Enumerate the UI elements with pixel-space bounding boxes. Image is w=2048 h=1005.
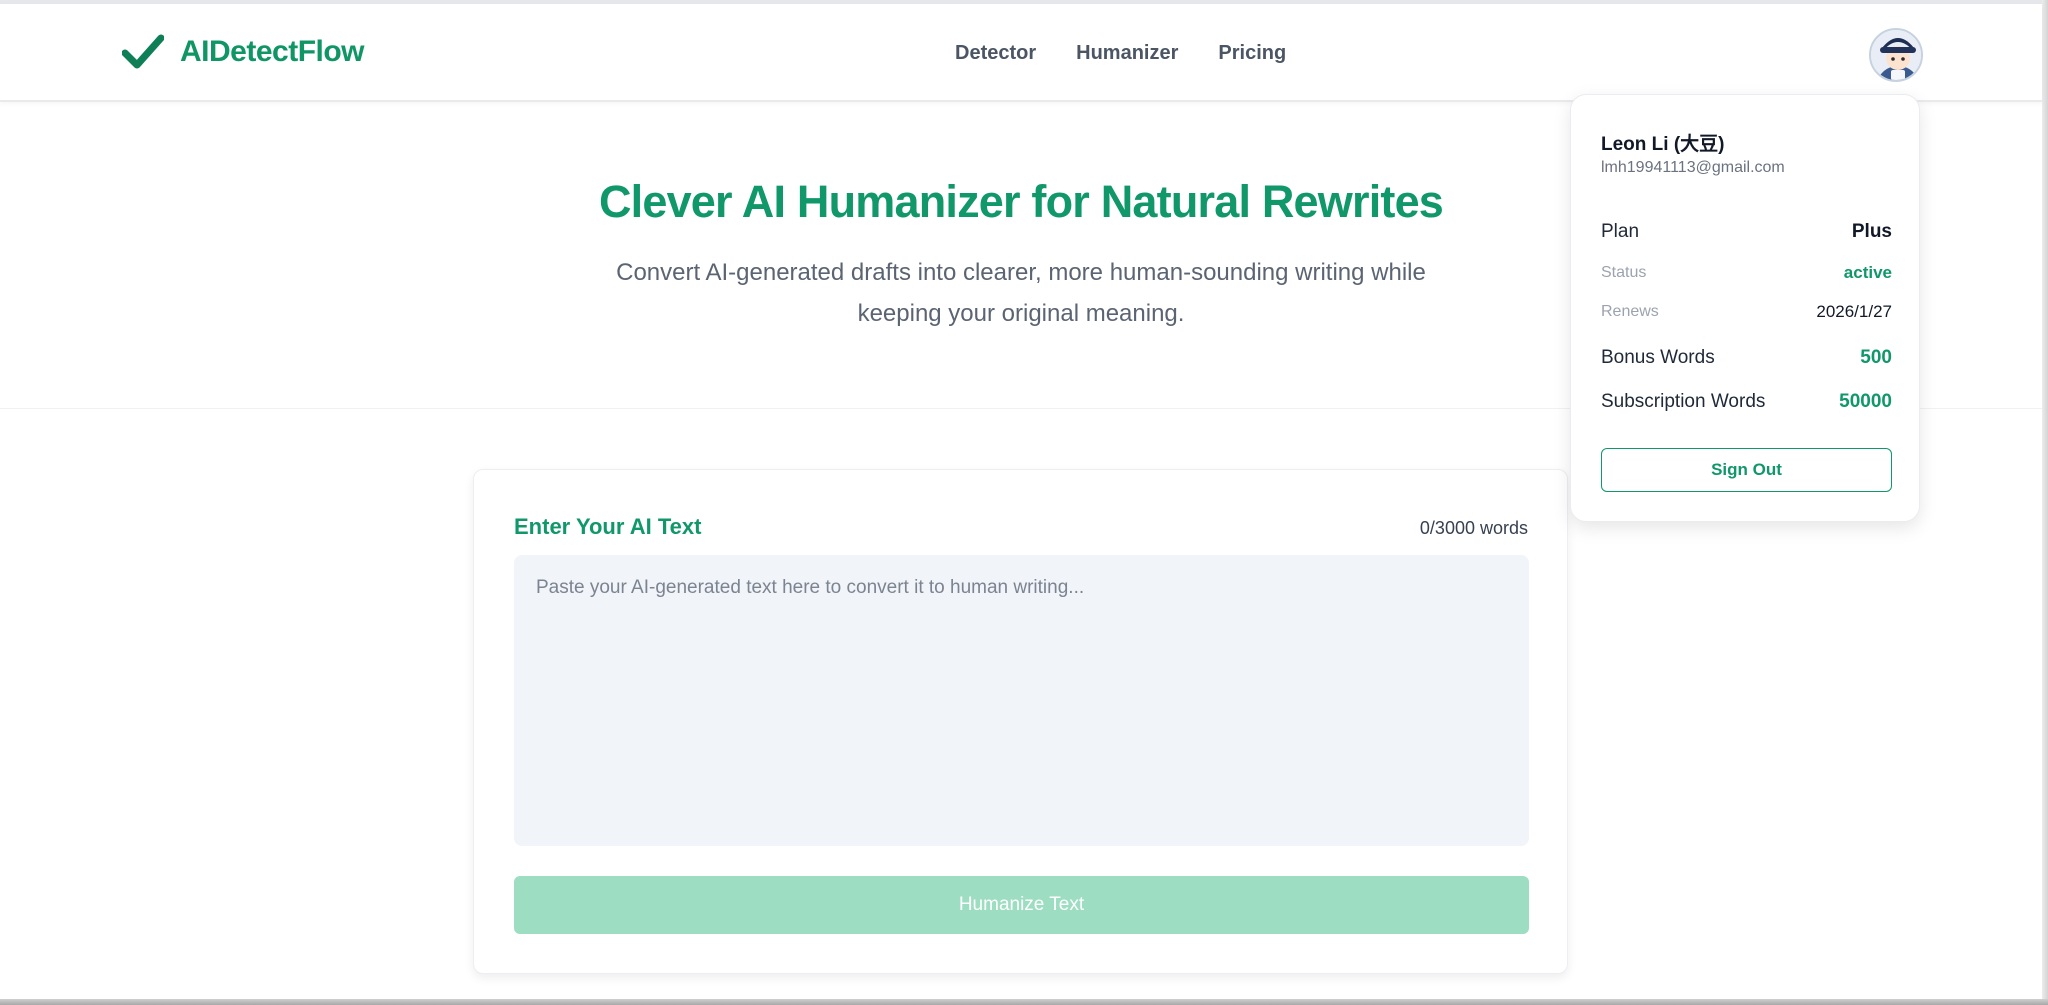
page-subtitle: Convert AI-generated drafts into clearer… — [616, 259, 1426, 327]
status-label: Status — [1601, 264, 1647, 281]
nav-link-pricing[interactable]: Pricing — [1218, 42, 1286, 65]
renews-label: Renews — [1601, 303, 1659, 320]
nav-link-detector[interactable]: Detector — [955, 42, 1036, 65]
bonus-words-row: Bonus Words 500 — [1601, 347, 1892, 369]
plan-value: Plus — [1851, 221, 1892, 242]
site-header: AIDetectFlow Detector Humanizer Pricing — [0, 4, 2042, 102]
status-row: Status active — [1601, 263, 1892, 283]
renews-value: 2026/1/27 — [1816, 302, 1892, 321]
account-name: Leon Li (大豆) — [1601, 134, 1725, 155]
account-dropdown: Leon Li (大豆) lmh19941113@gmail.com Plan … — [1570, 94, 1920, 522]
sign-out-button[interactable]: Sign Out — [1601, 448, 1892, 492]
window-right-edge — [2042, 0, 2048, 1005]
humanize-button[interactable]: Humanize Text — [514, 876, 1529, 934]
window-bottom-edge — [0, 999, 2048, 1005]
nav-link-humanizer[interactable]: Humanizer — [1076, 42, 1178, 65]
humanizer-card: Enter Your AI Text 0/3000 words Humanize… — [473, 469, 1568, 974]
editor-heading: Enter Your AI Text — [514, 514, 702, 539]
brand-logo[interactable]: AIDetectFlow — [122, 34, 365, 70]
subscription-words-value: 50000 — [1839, 391, 1892, 412]
status-badge: active — [1843, 263, 1892, 282]
renews-row: Renews 2026/1/27 — [1601, 302, 1892, 322]
checkmark-icon — [122, 34, 164, 69]
plan-row: Plan Plus — [1601, 221, 1892, 243]
subscription-words-label: Subscription Words — [1601, 391, 1766, 412]
subscription-words-row: Subscription Words 50000 — [1601, 391, 1892, 413]
account-email: lmh19941113@gmail.com — [1601, 159, 1785, 176]
bonus-words-label: Bonus Words — [1601, 347, 1715, 368]
user-avatar[interactable] — [1869, 28, 1923, 82]
plan-label: Plan — [1601, 221, 1640, 242]
bonus-words-value: 500 — [1860, 347, 1892, 368]
word-count: 0/3000 words — [1419, 518, 1528, 538]
avatar-image — [1871, 30, 1921, 80]
main-nav: Detector Humanizer Pricing — [955, 42, 1286, 65]
brand-name: AIDetectFlow — [180, 35, 365, 68]
ai-text-input[interactable] — [514, 555, 1529, 846]
